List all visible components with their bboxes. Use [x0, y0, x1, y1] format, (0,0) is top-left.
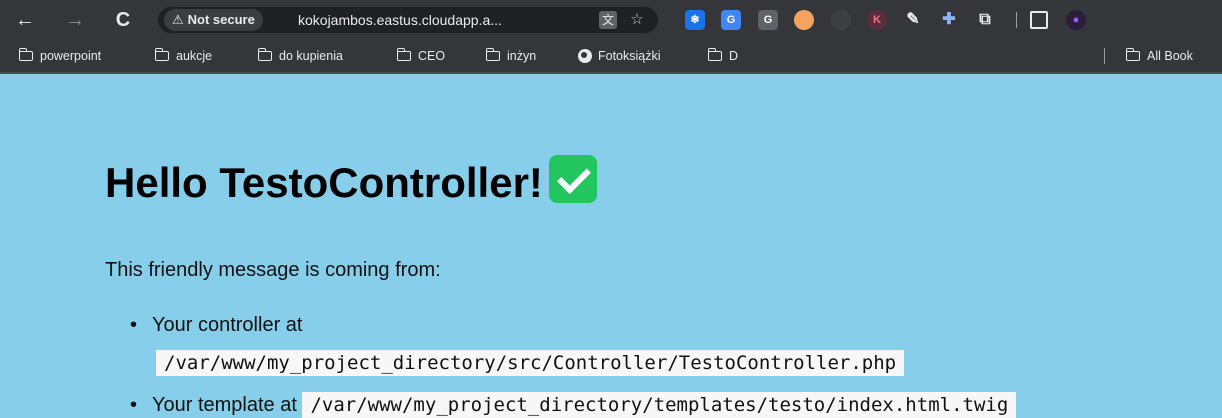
folder-icon: [1125, 48, 1140, 61]
address-row: ← → C ⚠ Not secure kokojambos.eastus.clou…: [0, 0, 1222, 40]
bookmark-fotoksiazki[interactable]: Fotoksiążki: [578, 46, 661, 66]
bookmark-d[interactable]: D: [707, 46, 739, 66]
page-title: Hello TestoController!: [105, 155, 597, 209]
check-mark-icon: [548, 155, 597, 203]
bookmark-do-kupienia[interactable]: do kupienia: [257, 46, 343, 66]
snowflake-extension-icon[interactable]: ❄: [685, 10, 705, 30]
template-path: /var/www/my_project_directory/templates/…: [302, 392, 1017, 418]
forward-button[interactable]: →: [64, 9, 86, 31]
pipette-extension-icon[interactable]: ✎: [903, 10, 923, 30]
all-bookmarks[interactable]: All Book: [1125, 46, 1193, 66]
intro-text: This friendly message is coming from:: [105, 259, 441, 281]
list-item: Your controller at /var/www/my_project_d…: [130, 312, 1016, 392]
security-chip[interactable]: ⚠ Not secure: [164, 9, 263, 31]
side-panel-icon[interactable]: [1030, 11, 1048, 29]
bookmarks-divider: [1104, 48, 1105, 64]
folder-icon: [257, 48, 272, 61]
controller-path: /var/www/my_project_directory/src/Contro…: [156, 350, 905, 376]
bookmark-label: D: [729, 49, 739, 63]
bookmark-label: powerpoint: [40, 49, 102, 63]
bookmarks-bar: powerpoint aukcje do kupienia CEO inżyn …: [0, 40, 1222, 72]
bookmark-ceo[interactable]: CEO: [396, 46, 446, 66]
bookmark-aukcje[interactable]: aukcje: [154, 46, 213, 66]
folder-icon: [485, 48, 500, 61]
bookmark-powerpoint[interactable]: powerpoint: [18, 46, 102, 66]
k-extension-icon[interactable]: K: [867, 10, 887, 30]
translate-icon[interactable]: 文: [599, 11, 617, 29]
star-icon[interactable]: ☆: [628, 11, 646, 29]
list-item: Your template at /var/www/my_project_dir…: [130, 392, 1017, 418]
bookmark-label: CEO: [418, 49, 446, 63]
bookmark-label: aukcje: [176, 49, 213, 63]
address-bar[interactable]: ⚠ Not secure kokojambos.eastus.cloudapp.a…: [158, 7, 658, 33]
back-button[interactable]: ←: [14, 9, 36, 31]
bookmark-label: inżyn: [507, 49, 537, 63]
folder-icon: [154, 48, 169, 61]
warning-icon: ⚠: [172, 12, 184, 27]
source-list: Your controller at /var/www/my_project_d…: [130, 312, 1017, 418]
profile-avatar-icon[interactable]: ●: [1066, 10, 1086, 30]
list-item-label: Your controller at: [152, 314, 303, 336]
g-extension-icon[interactable]: G: [758, 10, 778, 30]
bookmark-inzyn[interactable]: inżyn: [485, 46, 537, 66]
eyes-extension-icon[interactable]: [794, 10, 814, 30]
toolbar-bottom-border: [0, 72, 1222, 74]
bookmark-label: All Book: [1147, 49, 1193, 63]
page-title-text: Hello TestoController!: [105, 159, 543, 206]
browser-toolbar: ← → C ⚠ Not secure kokojambos.eastus.clou…: [0, 0, 1222, 74]
folder-icon: [396, 48, 411, 61]
puzzle-extension-icon[interactable]: ⧉: [975, 10, 995, 30]
bookmark-label: Fotoksiążki: [598, 49, 661, 63]
url-text[interactable]: kokojambos.eastus.cloudapp.a...: [298, 7, 502, 33]
translate-extension-icon[interactable]: G: [721, 10, 741, 30]
bookmark-label: do kupienia: [279, 49, 343, 63]
list-item-label: Your template at: [152, 394, 297, 416]
folder-icon: [707, 48, 722, 61]
globe-icon: [578, 49, 592, 63]
toolbar-divider: [1016, 12, 1017, 28]
folder-icon: [18, 48, 33, 61]
badge-extension-icon[interactable]: ✚: [939, 10, 959, 30]
reload-button[interactable]: C: [112, 9, 134, 31]
security-label: Not secure: [187, 12, 255, 27]
circle-extension-icon[interactable]: [831, 10, 851, 30]
